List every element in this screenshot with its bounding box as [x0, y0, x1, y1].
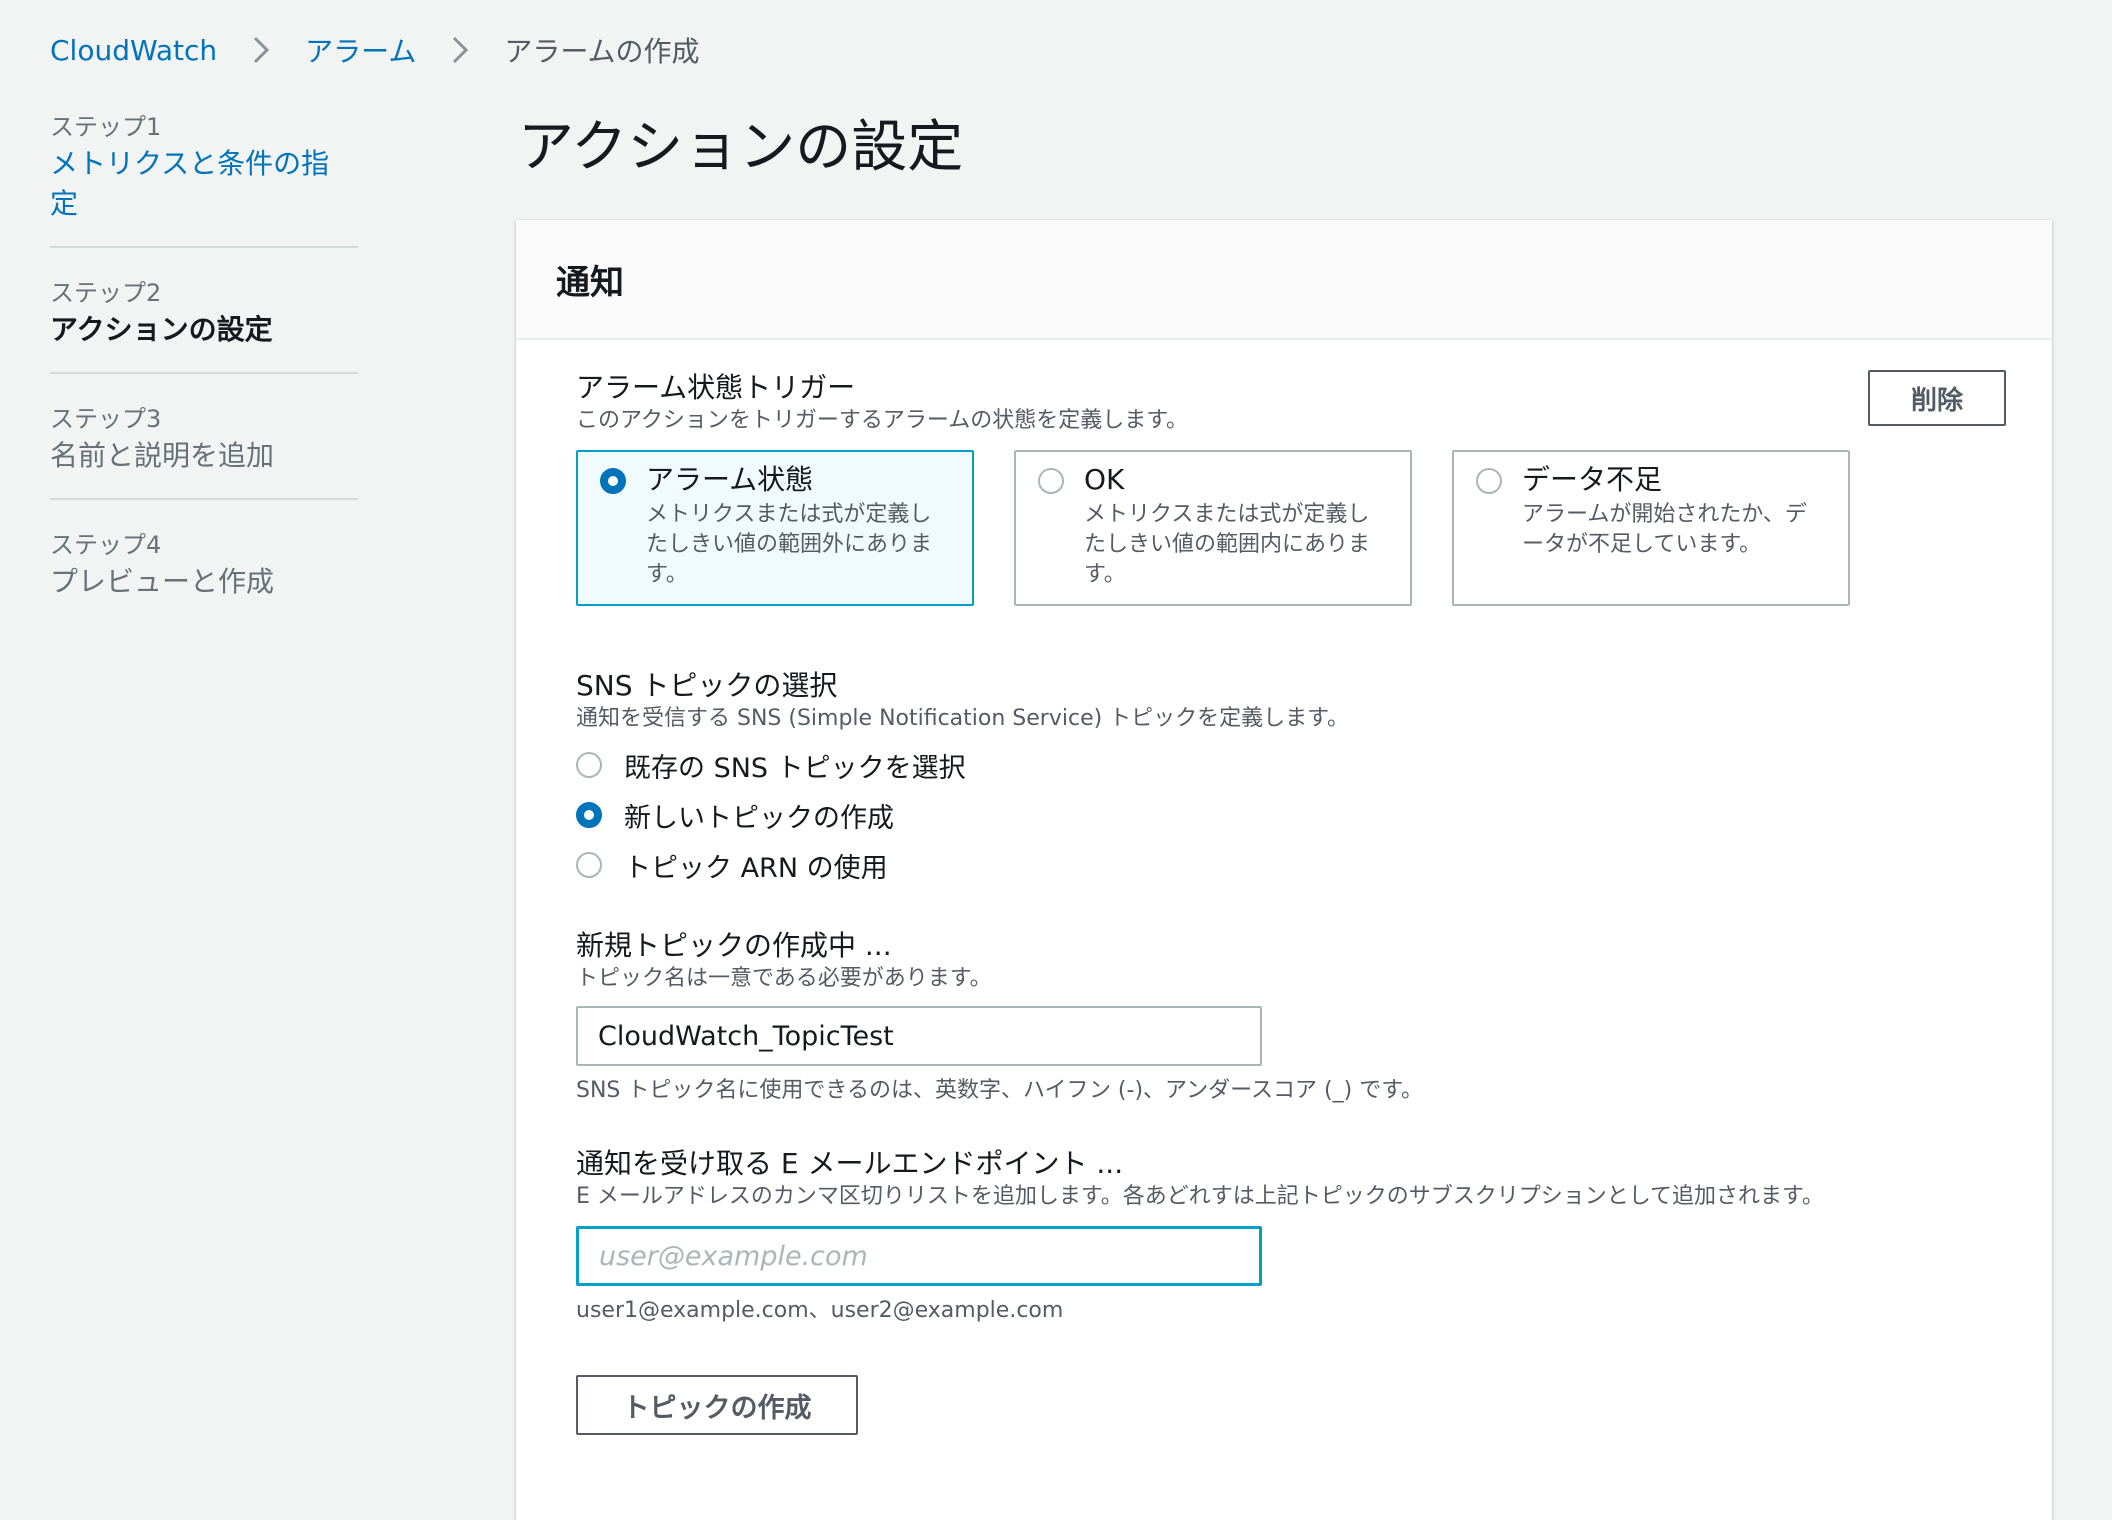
radio-label: トピック ARN の使用 — [624, 852, 888, 884]
step-4-title: プレビューと作成 — [50, 565, 275, 598]
step-1-link[interactable]: メトリクスと条件の指定 — [50, 144, 350, 224]
panel-title: 通知 — [556, 262, 624, 303]
tile-description: アラームが開始されたか、データが不足しています。 — [1522, 502, 1807, 557]
tile-title: データ不足 — [1522, 463, 1663, 496]
email-example: user1@example.com、user2@example.com — [576, 1298, 1064, 1323]
breadcrumb-cloudwatch-link[interactable]: CloudWatch — [50, 34, 217, 67]
radio-empty-icon[interactable] — [576, 852, 602, 878]
step-3-title: 名前と説明を追加 — [50, 439, 275, 472]
email-endpoints-input[interactable] — [576, 1226, 1262, 1286]
step-2-current: アクションの設定 — [50, 313, 273, 346]
radio-selected-icon[interactable] — [600, 468, 626, 494]
tile-description: メトリクスまたは式が定義したしきい値の範囲外にあります。 — [646, 502, 933, 587]
email-description: E メールアドレスのカンマ区切りリストを追加します。各あどれすは上記トピックのサ… — [576, 1184, 1824, 1209]
breadcrumb-current: アラームの作成 — [504, 35, 700, 68]
delete-button[interactable]: 削除 — [1868, 370, 2006, 426]
topic-name-constraint: SNS トピック名に使用できるのは、英数字、ハイフン (-)、アンダースコア (… — [576, 1078, 1424, 1103]
new-topic-description: トピック名は一意である必要があります。 — [576, 966, 992, 991]
topic-name-input[interactable] — [576, 1006, 1262, 1066]
radio-label: 既存の SNS トピックを選択 — [624, 752, 966, 784]
chevron-right-icon — [444, 34, 476, 66]
step-label: ステップ3 — [50, 405, 162, 433]
trigger-description: このアクションをトリガーするアラームの状態を定義します。 — [576, 408, 1189, 433]
radio-empty-icon[interactable] — [1476, 468, 1502, 494]
sns-description: 通知を受信する SNS (Simple Notification Service… — [576, 706, 1349, 731]
radio-empty-icon[interactable] — [576, 752, 602, 778]
step-label: ステップ4 — [50, 531, 162, 559]
trigger-option-insufficient-data[interactable]: データ不足 アラームが開始されたか、データが不足しています。 — [1452, 450, 1850, 606]
radio-empty-icon[interactable] — [1038, 468, 1064, 494]
notification-panel: 通知 アラーム状態トリガー このアクションをトリガーするアラームの状態を定義しま… — [516, 220, 2052, 1520]
wizard-steps: ステップ1 メトリクスと条件の指定 ステップ2 アクションの設定 ステップ3 名… — [50, 110, 358, 652]
create-topic-button[interactable]: トピックの作成 — [576, 1375, 858, 1435]
radio-label: 新しいトピックの作成 — [624, 802, 894, 834]
tile-description: メトリクスまたは式が定義したしきい値の範囲内にあります。 — [1084, 502, 1371, 587]
sns-option-existing[interactable]: 既存の SNS トピックを選択 — [576, 745, 966, 785]
breadcrumb-alarms-link[interactable]: アラーム — [305, 30, 416, 70]
sns-option-arn[interactable]: トピック ARN の使用 — [576, 845, 888, 885]
chevron-right-icon — [245, 34, 277, 66]
wizard-step-3: ステップ3 名前と説明を追加 — [50, 402, 358, 500]
sns-option-new[interactable]: 新しいトピックの作成 — [576, 795, 894, 835]
wizard-step-4: ステップ4 プレビューと作成 — [50, 528, 358, 624]
step-label: ステップ1 — [50, 113, 162, 141]
page-title: アクションの設定 — [518, 115, 964, 180]
email-label: 通知を受け取る E メールエンドポイント ... — [576, 1147, 1124, 1180]
wizard-step-2: ステップ2 アクションの設定 — [50, 276, 358, 374]
radio-selected-icon[interactable] — [576, 802, 602, 828]
sns-label: SNS トピックの選択 — [576, 669, 838, 702]
trigger-option-ok[interactable]: OK メトリクスまたは式が定義したしきい値の範囲内にあります。 — [1014, 450, 1412, 606]
tile-title: アラーム状態 — [646, 463, 814, 496]
wizard-step-1: ステップ1 メトリクスと条件の指定 — [50, 110, 358, 248]
panel-header: 通知 — [516, 220, 2052, 340]
trigger-option-alarm[interactable]: アラーム状態 メトリクスまたは式が定義したしきい値の範囲外にあります。 — [576, 450, 974, 606]
new-topic-label: 新規トピックの作成中 ... — [576, 929, 892, 962]
breadcrumb: CloudWatch アラーム アラームの作成 — [50, 30, 700, 70]
tile-title: OK — [1084, 463, 1125, 496]
trigger-label: アラーム状態トリガー — [576, 371, 856, 404]
step-label: ステップ2 — [50, 279, 162, 307]
